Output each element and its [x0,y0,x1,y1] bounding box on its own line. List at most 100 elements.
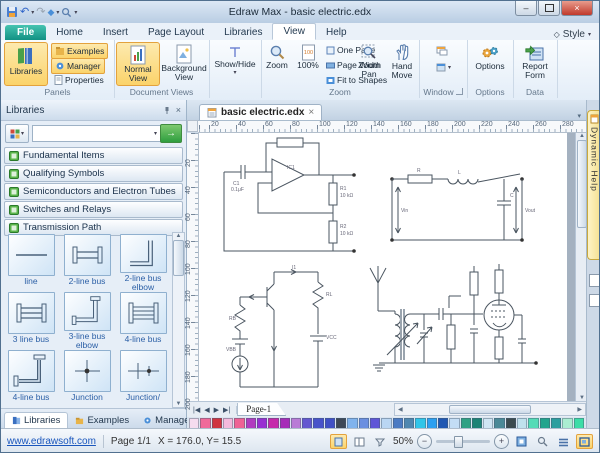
undo-icon[interactable]: ↶ [20,7,29,18]
last-page-icon[interactable]: ▶| [223,406,230,414]
style-button[interactable]: ◇ Style ▾ [554,29,599,40]
zoom-out-button[interactable]: − [417,434,432,449]
layers-button[interactable] [555,434,572,449]
normal-view-mode-button[interactable] [330,434,347,449]
symbol-junction[interactable]: Junction [59,350,115,408]
qat-customize-icon[interactable]: ▾ [74,9,77,16]
scroll-up-icon[interactable]: ▲ [579,133,585,139]
tab-libraries[interactable]: Libraries [214,25,272,40]
category-fundamental-items[interactable]: Fundamental Items [4,147,183,164]
radio-circuit[interactable] [370,264,538,371]
tab-home[interactable]: Home [46,25,93,40]
zoom-button[interactable]: Zoom [261,42,293,86]
zoom-pan-button[interactable]: Zoom Pan [353,42,385,86]
save-icon[interactable] [6,6,18,18]
panel-doc-icon-2[interactable] [589,288,600,307]
circuit-label: IC1 [287,165,295,171]
document-tab[interactable]: basic electric.edx × [199,104,322,120]
sidebar-tab-examples[interactable]: Examples [68,413,136,428]
tab-page-layout[interactable]: Page Layout [138,25,214,40]
zoom-in-button[interactable]: + [494,434,509,449]
new-window-button[interactable] [433,44,451,58]
symbol-3-line-bus[interactable]: 3 line bus [3,292,59,350]
navigate-icon[interactable]: ◆ [47,7,54,18]
page-view-mode-button[interactable] [351,434,368,449]
category-qualifying-symbols[interactable]: Qualifying Symbols [4,165,183,182]
symbol-2-line-bus-elbow[interactable]: 2-line bus elbow [115,234,171,292]
properties-button[interactable]: Properties [51,73,107,87]
symbol-3-line-bus-elbow[interactable]: 3-line bus elbow [59,292,115,350]
symbol-4-line-bus[interactable]: 4-line bus [115,292,171,350]
edrawsoft-link[interactable]: www.edrawsoft.com [7,436,96,447]
symbol-4-line-bus-elbow[interactable]: 4-line bus [3,350,59,408]
symbol-junction-2[interactable]: Junction/ [115,350,171,408]
symbol-grid: line 2-line bus 2-line bus elbow 3 line … [3,232,171,410]
canvas-horizontal-scrollbar[interactable]: ◀ ▶ [394,403,586,416]
pin-icon[interactable] [163,106,171,115]
hand-move-button[interactable]: Hand Move [385,42,419,86]
opamp-circuit[interactable] [224,138,356,253]
circuit-labels: IC1C10.1μFR110 kΩR210 kΩRLCVinVoutRLVCCR… [226,165,536,353]
drawing-page[interactable]: IC1C10.1μFR110 kΩR210 kΩRLCVinVoutRLVCCR… [199,133,567,401]
first-page-icon[interactable]: |◀ [193,406,200,414]
next-page-icon[interactable]: ▶ [214,406,219,414]
symbol-grid-scrollbar[interactable]: ▲ ▼ [172,232,185,408]
scrollbar-thumb[interactable] [449,405,531,414]
sidebar-tab-libraries[interactable]: Libraries [4,412,68,428]
scrollbar-thumb[interactable] [173,240,184,276]
library-go-button[interactable]: → [160,124,182,143]
panel-close-icon[interactable]: × [176,105,181,115]
dynamic-help-tab[interactable]: Dynamic Help [587,110,600,260]
navigate-caret-icon[interactable]: ▾ [56,9,59,16]
background-view-button[interactable]: Background View [162,42,206,86]
panel-doc-icon[interactable] [589,268,600,287]
report-form-button[interactable]: Report Form [513,42,557,86]
dialog-launcher-icon[interactable] [456,88,463,95]
ruler-number: 80 [292,121,300,128]
scroll-up-icon[interactable]: ▲ [176,233,182,239]
tab-view[interactable]: View [272,23,316,40]
scroll-left-icon[interactable]: ◀ [395,406,406,413]
tab-help[interactable]: Help [316,25,357,40]
tab-insert[interactable]: Insert [93,25,138,40]
zoom-slider[interactable] [436,440,490,443]
page-tab[interactable]: Page-1 [237,403,286,416]
zoom-region-button[interactable] [534,434,551,449]
scroll-right-icon[interactable]: ▶ [574,406,585,413]
close-button[interactable]: × [561,1,593,16]
normal-view-button[interactable]: Normal View [116,42,160,86]
scroll-down-icon[interactable]: ▼ [176,401,182,407]
manager-button[interactable]: Manager [51,58,105,74]
ruler-number: 140 [185,317,192,329]
ruler-number: 40 [185,186,192,194]
library-search-input[interactable] [32,125,163,142]
rlc-circuit[interactable] [390,174,524,242]
ruler-number: 260 [535,121,547,128]
category-switches-relays[interactable]: Switches and Relays [4,201,183,218]
prev-page-icon[interactable]: ◀ [204,406,209,414]
switch-window-button[interactable]: ▾ [433,60,454,74]
minimize-button[interactable]: – [515,1,537,16]
show-hide-button[interactable]: Show/Hide ▾ [213,42,257,86]
transistor-circuit[interactable] [232,270,326,388]
options-button[interactable]: Options [468,42,512,86]
symbol-2-line-bus[interactable]: 2-line bus [59,234,115,292]
filter-view-button[interactable] [372,434,389,449]
scroll-down-icon[interactable]: ▼ [579,395,585,401]
zoom-slider-thumb[interactable] [454,436,463,448]
undo-caret-icon[interactable]: ▾ [31,9,34,16]
category-semiconductors[interactable]: Semiconductors and Electron Tubes [4,183,183,200]
maximize-button[interactable] [538,1,560,16]
symbol-line[interactable]: line [3,234,59,292]
fit-page-button[interactable] [513,434,530,449]
examples-button[interactable]: Examples [51,43,108,59]
print-preview-icon[interactable] [61,7,72,18]
tab-file[interactable]: File [5,25,46,40]
redo-icon[interactable]: ↷ [36,7,45,18]
document-close-icon[interactable]: × [308,107,314,118]
doc-list-caret-icon[interactable]: ▾ [577,112,586,120]
pan-window-button[interactable] [576,434,593,449]
libraries-button[interactable]: Libraries [4,42,48,86]
zoom-100-button[interactable]: 100 100% [293,42,323,86]
library-view-button[interactable]: ▾ [5,124,29,143]
